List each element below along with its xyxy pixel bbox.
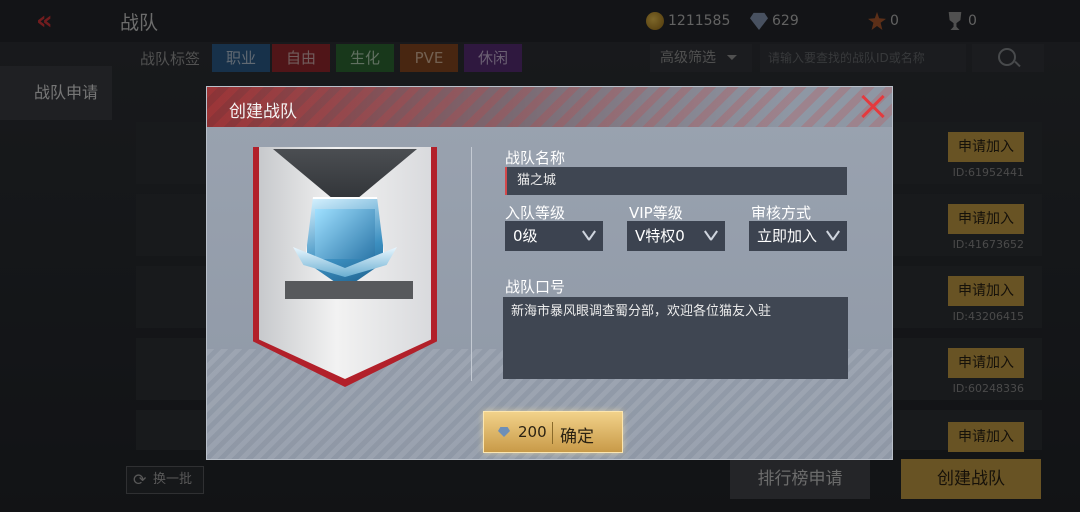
emblem-name-bar [285,281,413,299]
divider [471,147,472,381]
vip-level-label: VIP等级 [629,204,683,222]
confirm-button[interactable]: 200 确定 [483,411,623,453]
dialog-title: 创建战队 [229,102,297,122]
crest-gem [315,209,375,259]
diamond-icon [498,427,510,437]
chevron-down-icon [583,230,595,240]
team-name-field[interactable]: 猫之城 [505,167,847,195]
chevron-down-icon [827,230,839,240]
confirm-price: 200 [518,423,547,441]
review-mode-label: 审核方式 [751,204,812,222]
confirm-label: 确定 [560,427,594,447]
slogan-textarea[interactable]: 新海市暴风眼调查蜀分部，欢迎各位猫友入驻 [503,297,848,379]
create-team-dialog: 创建战队 战队名称 猫之城 入队等级 0级 VIP等级 V特权0 审核方式 立即… [206,86,893,460]
team-name-label: 战队名称 [505,149,566,167]
join-level-select[interactable]: 0级 [505,221,603,251]
join-level-label: 入队等级 [505,204,566,222]
vip-level-select[interactable]: V特权0 [627,221,725,251]
dialog-header: 创建战队 [207,87,892,127]
review-mode-select[interactable]: 立即加入 [749,221,847,251]
slogan-label: 战队口号 [505,278,566,296]
chevron-down-icon [705,230,717,240]
close-icon[interactable] [856,89,890,123]
team-emblem[interactable] [253,147,437,389]
divider [552,422,553,444]
